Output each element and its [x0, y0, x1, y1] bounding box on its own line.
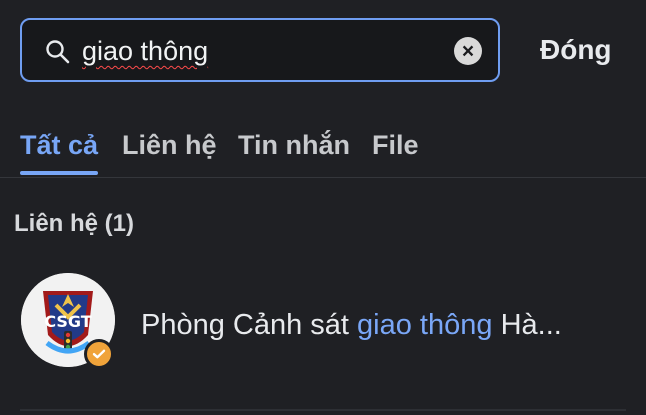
search-icon [46, 40, 70, 64]
tab-contacts[interactable]: Liên hệ [122, 125, 217, 175]
tab-messages[interactable]: Tin nhắn [238, 125, 350, 175]
active-tab-indicator [20, 171, 98, 175]
tab-contacts-label: Liên hệ [122, 130, 217, 160]
results-bottom-divider [20, 409, 626, 411]
tab-all[interactable]: Tất cả [20, 125, 98, 175]
clear-search-button[interactable]: × [454, 37, 482, 65]
tab-files-label: File [372, 130, 419, 160]
verified-check-icon [92, 349, 106, 359]
contact-name-prefix: Phòng Cảnh sát [141, 309, 358, 341]
tab-files[interactable]: File [372, 125, 419, 175]
search-input[interactable] [82, 32, 442, 70]
contact-name-match: giao thông [357, 309, 493, 341]
verified-badge [84, 339, 114, 369]
tabs-divider [0, 177, 646, 178]
contact-name-suffix: Hà... [492, 309, 562, 341]
search-box[interactable]: × [20, 18, 500, 82]
contacts-section-title: Liên hệ (1) [14, 210, 135, 237]
close-circle-icon: × [461, 39, 475, 63]
tab-all-label: Tất cả [20, 130, 99, 160]
contact-name: Phòng Cảnh sát giao thông Hà... [141, 307, 611, 343]
contact-result-row[interactable]: CSGT Phòng Cảnh sát giao thông Hà... [0, 262, 646, 386]
svg-text:CSGT: CSGT [44, 312, 91, 331]
tab-messages-label: Tin nhắn [238, 130, 350, 160]
close-button[interactable]: Đóng [540, 30, 612, 70]
search-tabs: Tất cả Liên hệ Tin nhắn File [20, 125, 646, 177]
